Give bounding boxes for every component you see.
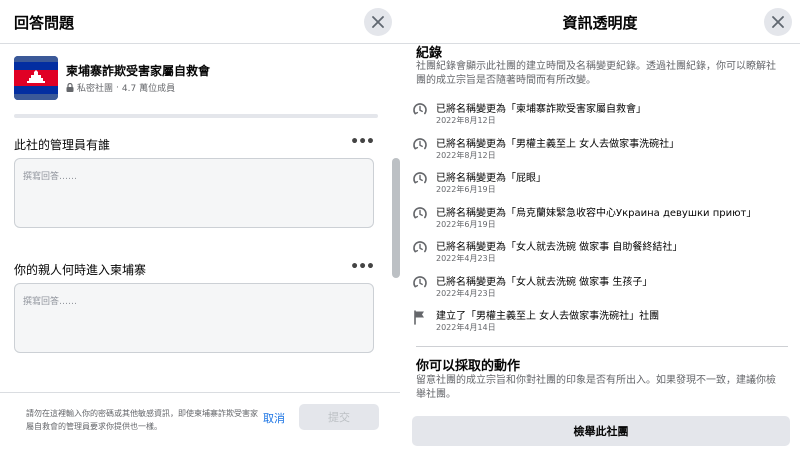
actions-description: 留意社團的成立宗旨和你對社團的印象是否有所出入。如果發現不一致，建議你檢舉社團。 [416,375,776,400]
history-item-text: 已將名稱變更為「烏克蘭妹緊急收容中心Украина девушки приют」 [436,207,757,219]
flag-icon [412,309,428,325]
history-item-text: 已將名稱變更為「女人就去洗碗 做家事 自助餐終結社」 [436,242,683,253]
history-item-text: 已將名稱變更為「柬埔寨詐欺受害家屬自救會」 [436,104,646,115]
close-button[interactable] [764,8,792,36]
history-item: 已將名稱變更為「烏克蘭妹緊急收容中心Украина девушки приют」… [412,204,784,234]
rename-icon [412,102,428,118]
history-item: 已將名稱變更為「柬埔寨詐欺受害家屬自救會」 2022年8月12日 [412,100,784,130]
question-label: 你的親人何時進入柬埔寨 [14,263,147,277]
history-item: 已將名稱變更為「女人就去洗碗 做家事 生孩子」 2022年4月23日 [412,273,784,303]
group-privacy: 私密社團 [77,84,114,94]
close-icon [372,16,384,28]
section-separator [14,114,378,118]
meta-dot: · [116,82,119,93]
history-item-text: 已將名稱變更為「男權主義至上 女人去做家事洗碗社」 [436,138,680,150]
answer-questions-dialog: 回答問題 柬埔寨詐欺受害家屬自救會 私密社團 · 4.7 萬位成員 此社的管理員… [0,0,400,450]
dialog-title: 回答問題 [14,14,75,32]
submit-button[interactable]: 提交 [299,404,379,430]
history-item-date: 2022年8月12日 [436,116,496,125]
history-item-text: 已將名稱變更為「女人就去洗碗 做家事 生孩子」 [436,276,653,288]
close-icon [772,16,784,28]
answer-field-container [14,158,374,228]
group-meta: 私密社團 · 4.7 萬位成員 [66,81,175,94]
history-item-date: 2022年6月19日 [436,185,496,194]
history-item: 已將名稱變更為「男權主義至上 女人去做家事洗碗社」 2022年8月12日 [412,135,784,165]
rename-icon [412,171,428,187]
privacy-note: 請勿在這裡輸入你的密碼或其他敏感資訊，即使柬埔寨詐欺受害家屬自救會的管理員要求你… [26,409,258,431]
rename-icon [412,275,428,291]
dialog-header: 資訊透明度 [400,0,800,44]
scrollbar-thumb[interactable] [392,158,400,278]
more-options-button[interactable]: ••• [350,259,375,275]
dialog-footer: 請勿在這裡輸入你的密碼或其他敏感資訊，即使柬埔寨詐欺受害家屬自救會的管理員要求你… [0,392,400,450]
dialog-header: 回答問題 [0,0,400,44]
answer-field[interactable] [15,159,373,227]
history-item-date: 2022年6月19日 [436,219,496,229]
transparency-dialog: 資訊透明度 紀錄 社團紀錄會顯示此社團的建立時間及名稱變更紀錄。透過社團紀錄，你… [400,0,800,450]
group-avatar[interactable] [14,56,58,100]
question-label: 此社的管理員有誰 [14,138,111,152]
history-item-date: 2022年8月12日 [436,150,496,160]
rename-icon [412,240,428,256]
report-group-button[interactable]: 檢舉此社團 [412,416,790,446]
lock-icon [66,83,74,92]
rename-icon [412,137,428,153]
history-item: 建立了「男權主義至上 女人去做家事洗碗社」社團 2022年4月14日 [412,307,784,337]
rename-icon [412,206,428,222]
section-divider [416,346,788,347]
close-button[interactable] [364,8,392,36]
answer-field-container [14,283,374,353]
group-info: 柬埔寨詐欺受害家屬自救會 私密社團 · 4.7 萬位成員 [14,56,374,102]
answer-field[interactable] [15,284,373,352]
actions-title: 你可以採取的動作 [416,359,521,374]
history-item-date: 2022年4月23日 [436,288,496,298]
history-item-text: 已將名稱變更為「屁眼」 [436,173,546,184]
history-item: 已將名稱變更為「屁眼」 2022年6月19日 [412,169,784,199]
group-members: 4.7 萬位成員 [121,84,176,94]
dialog-title: 資訊透明度 [562,14,638,32]
cancel-button[interactable]: 取消 [263,410,285,426]
history-item-date: 2022年4月14日 [436,323,496,332]
more-options-button[interactable]: ••• [350,134,375,150]
history-item-date: 2022年4月23日 [436,254,496,263]
history-description: 社團紀錄會顯示此社團的建立時間及名稱變更紀錄。透過社團紀錄，你可以瞭解社團的成立… [416,61,776,86]
cambodia-flag-icon [14,56,58,100]
history-title: 紀錄 [416,46,443,61]
history-item: 已將名稱變更為「女人就去洗碗 做家事 自助餐終結社」 2022年4月23日 [412,238,784,268]
history-item-text: 建立了「男權主義至上 女人去做家事洗碗社」社團 [436,311,660,322]
group-name[interactable]: 柬埔寨詐欺受害家屬自救會 [66,62,210,79]
